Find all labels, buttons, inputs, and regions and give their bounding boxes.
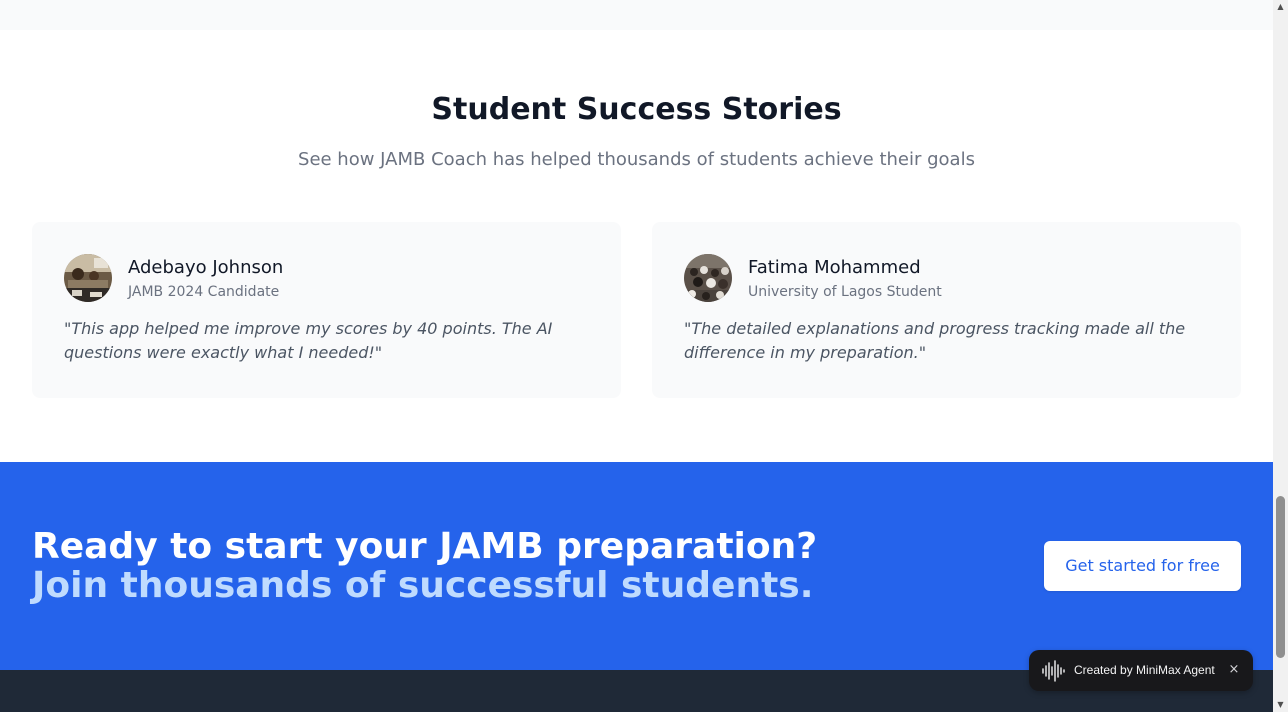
badge-label: Created by MiniMax Agent [1074, 663, 1215, 677]
created-by-badge[interactable]: Created by MiniMax Agent × [1029, 650, 1253, 691]
cta-subheading: Join thousands of successful students. [32, 565, 814, 606]
testimonial-name: Fatima Mohammed [748, 257, 921, 278]
cta-heading: Ready to start your JAMB preparation? [32, 526, 818, 567]
testimonial-card: Fatima Mohammed University of Lagos Stud… [652, 222, 1241, 398]
testimonial-name: Adebayo Johnson [128, 257, 284, 278]
waveform-icon [1042, 660, 1065, 682]
testimonial-role: JAMB 2024 Candidate [128, 284, 280, 300]
get-started-button[interactable]: Get started for free [1044, 541, 1241, 591]
scroll-up-arrow-icon[interactable]: ▲ [1273, 0, 1288, 14]
avatar [64, 254, 112, 302]
page: Student Success Stories See how JAMB Coa… [0, 0, 1273, 712]
student-photo-icon [684, 254, 732, 302]
avatar [684, 254, 732, 302]
testimonial-role: University of Lagos Student [748, 284, 942, 300]
previous-section-edge [0, 0, 1273, 30]
scroll-down-arrow-icon[interactable]: ▼ [1273, 698, 1288, 712]
testimonial-quote: "The detailed explanations and progress … [684, 319, 1186, 362]
testimonial-quote: "This app helped me improve my scores by… [64, 319, 553, 362]
testimonial-card: Adebayo Johnson JAMB 2024 Candidate "Thi… [32, 222, 621, 398]
student-photo-icon [64, 254, 112, 302]
scrollbar-thumb[interactable] [1276, 496, 1285, 658]
section-title: Student Success Stories [431, 92, 842, 127]
close-icon[interactable]: × [1225, 661, 1243, 679]
vertical-scrollbar[interactable]: ▲ ▼ [1273, 0, 1288, 712]
section-subtitle: See how JAMB Coach has helped thousands … [298, 149, 975, 170]
cta-banner: Ready to start your JAMB preparation? Jo… [0, 462, 1273, 670]
